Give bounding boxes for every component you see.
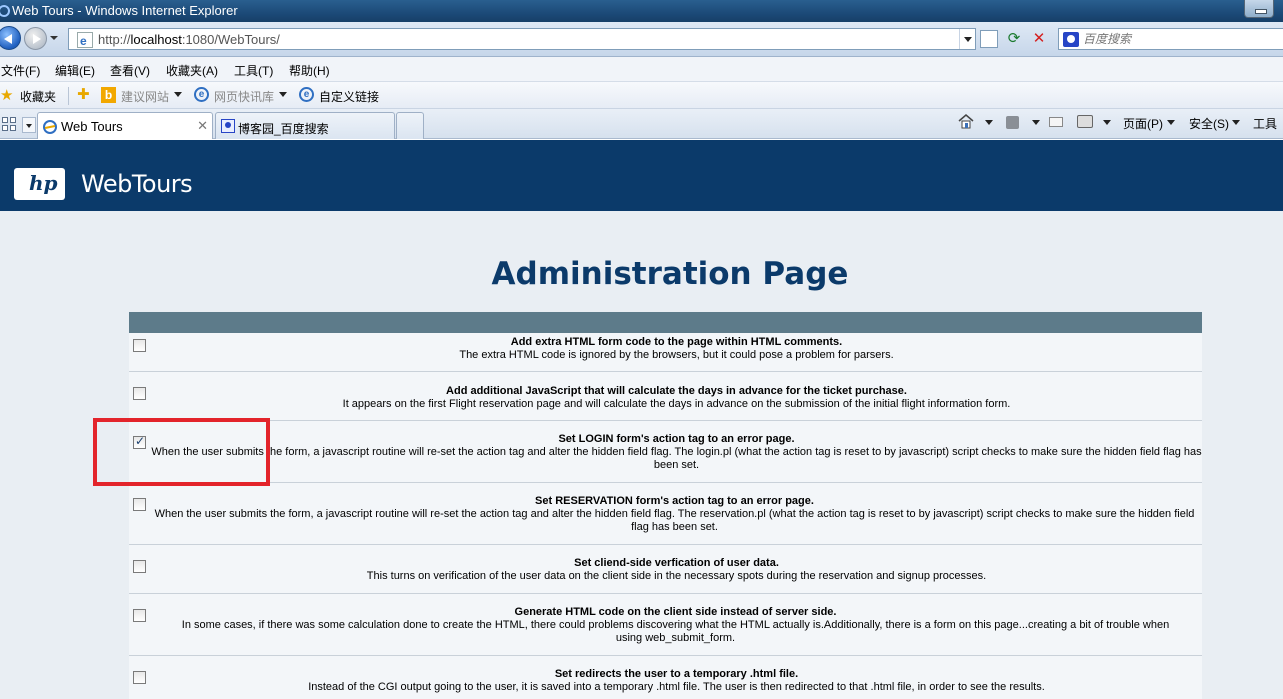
divider bbox=[68, 87, 69, 105]
recent-pages-dropdown[interactable] bbox=[50, 36, 58, 40]
annotation-highlight-box bbox=[93, 418, 270, 486]
favorites-bar: ★ 收藏夹 ✚ b 建议网站 e 网页快讯库 e 自定义链接 bbox=[0, 82, 1283, 109]
tab-baidu-search[interactable]: 博客园_百度搜索 bbox=[215, 112, 395, 139]
navigation-bar: e http://localhost:1080/WebTours/ ⟳ ✕ bbox=[0, 22, 1283, 57]
table-header bbox=[129, 312, 1202, 333]
site-header: hp WebTours bbox=[0, 140, 1283, 211]
stop-icon[interactable]: ✕ bbox=[1030, 30, 1048, 48]
home-icon[interactable] bbox=[958, 113, 974, 129]
option-description: This turns on verification of the user d… bbox=[366, 570, 987, 582]
compatibility-view-icon[interactable] bbox=[980, 30, 998, 48]
option-description: When the user submits the form, a javasc… bbox=[154, 508, 1195, 533]
option-row: Set redirects the user to a temporary .h… bbox=[129, 656, 1202, 699]
option-description: Instead of the CGI output going to the u… bbox=[308, 681, 1045, 693]
address-bar[interactable]: e http://localhost:1080/WebTours/ bbox=[68, 28, 976, 50]
option-description: It appears on the first Flight reservati… bbox=[342, 398, 1011, 410]
ie-page-icon bbox=[43, 120, 57, 134]
option-title: Generate HTML code on the client side in… bbox=[514, 606, 837, 618]
chevron-down-icon[interactable] bbox=[1032, 120, 1040, 125]
mail-icon[interactable] bbox=[1049, 117, 1063, 127]
search-box[interactable] bbox=[1058, 28, 1283, 50]
menu-file[interactable]: 文件(F) bbox=[1, 62, 40, 79]
tab-list-dropdown[interactable] bbox=[22, 117, 36, 133]
option-row: Generate HTML code on the client side in… bbox=[129, 594, 1202, 656]
ie-page-icon: e bbox=[77, 32, 93, 48]
menu-view[interactable]: 查看(V) bbox=[110, 62, 150, 79]
option-row: Set LOGIN form's action tag to an error … bbox=[129, 421, 1202, 483]
option-checkbox[interactable] bbox=[133, 560, 146, 573]
svg-text:e: e bbox=[80, 34, 87, 48]
add-to-favorites-icon[interactable]: ✚ bbox=[77, 85, 90, 103]
option-checkbox[interactable] bbox=[133, 671, 146, 684]
chevron-down-icon[interactable] bbox=[1167, 120, 1175, 125]
customize-links-link[interactable]: 自定义链接 bbox=[319, 88, 379, 105]
menu-edit[interactable]: 编辑(E) bbox=[55, 62, 95, 79]
baidu-icon bbox=[221, 119, 235, 133]
hp-logo: hp bbox=[14, 168, 65, 200]
address-dropdown-icon[interactable] bbox=[959, 29, 975, 49]
bing-icon: b bbox=[101, 87, 116, 103]
option-checkbox[interactable] bbox=[133, 609, 146, 622]
page-title: Administration Page bbox=[491, 256, 849, 292]
tab-label: 博客园_百度搜索 bbox=[238, 122, 329, 136]
baidu-icon bbox=[1063, 32, 1079, 47]
option-title: Set RESERVATION form's action tag to an … bbox=[535, 495, 814, 507]
ie-app-icon bbox=[0, 5, 10, 17]
chevron-down-icon[interactable] bbox=[1103, 120, 1111, 125]
option-description: In some cases, if there was some calcula… bbox=[181, 619, 1170, 644]
tools-menu[interactable]: 工具 bbox=[1253, 115, 1277, 132]
minimize-button[interactable] bbox=[1244, 0, 1274, 18]
safety-menu[interactable]: 安全(S) bbox=[1189, 115, 1229, 132]
option-checkbox[interactable] bbox=[133, 387, 146, 400]
ie-page-icon: e bbox=[299, 87, 314, 102]
search-input[interactable] bbox=[1083, 31, 1273, 47]
address-url: http://localhost:1080/WebTours/ bbox=[98, 32, 280, 47]
forward-button[interactable] bbox=[24, 27, 47, 50]
favorites-button[interactable]: 收藏夹 bbox=[20, 88, 56, 105]
refresh-icon[interactable]: ⟳ bbox=[1004, 30, 1024, 48]
option-checkbox[interactable] bbox=[133, 339, 146, 352]
menu-tools[interactable]: 工具(T) bbox=[234, 62, 273, 79]
option-row: Add extra HTML form code to the page wit… bbox=[129, 333, 1202, 372]
back-button[interactable] bbox=[0, 26, 21, 50]
option-description: The extra HTML code is ignored by the br… bbox=[459, 349, 894, 361]
ie-page-icon: e bbox=[194, 87, 209, 102]
feeds-icon[interactable] bbox=[1006, 116, 1019, 129]
option-title: Set cliend-side verfication of user data… bbox=[574, 557, 779, 569]
option-title: Add additional JavaScript that will calc… bbox=[446, 385, 907, 397]
window-title: Web Tours - Windows Internet Explorer bbox=[12, 3, 238, 18]
tab-web-tours[interactable]: Web Tours ✕ bbox=[37, 112, 213, 139]
menu-help[interactable]: 帮助(H) bbox=[289, 62, 330, 79]
web-slice-gallery-link[interactable]: 网页快讯库 bbox=[214, 88, 274, 105]
site-brand: WebTours bbox=[81, 170, 193, 198]
page-menu[interactable]: 页面(P) bbox=[1123, 115, 1163, 132]
close-tab-icon[interactable]: ✕ bbox=[197, 118, 208, 134]
chevron-down-icon[interactable] bbox=[174, 92, 182, 97]
new-tab-button[interactable] bbox=[396, 112, 424, 139]
tab-label: Web Tours bbox=[61, 119, 123, 134]
quick-tabs-icon[interactable] bbox=[2, 117, 16, 131]
window-titlebar: Web Tours - Windows Internet Explorer bbox=[0, 0, 1283, 22]
suggested-sites-link[interactable]: 建议网站 bbox=[121, 88, 169, 105]
chevron-down-icon[interactable] bbox=[279, 92, 287, 97]
option-row: Set RESERVATION form's action tag to an … bbox=[129, 483, 1202, 545]
menu-bar: 文件(F) 编辑(E) 查看(V) 收藏夹(A) 工具(T) 帮助(H) bbox=[0, 57, 1283, 82]
option-title: Add extra HTML form code to the page wit… bbox=[510, 336, 843, 348]
option-row: Set cliend-side verfication of user data… bbox=[129, 545, 1202, 594]
menu-favorites[interactable]: 收藏夹(A) bbox=[166, 62, 218, 79]
option-title: Set redirects the user to a temporary .h… bbox=[554, 668, 799, 680]
admin-options-table: Add extra HTML form code to the page wit… bbox=[129, 312, 1202, 699]
option-description: When the user submits the form, a javasc… bbox=[151, 446, 1202, 471]
favorites-star-icon[interactable]: ★ bbox=[0, 86, 13, 104]
chevron-down-icon[interactable] bbox=[1232, 120, 1240, 125]
option-checkbox[interactable] bbox=[133, 498, 146, 511]
print-icon[interactable] bbox=[1077, 115, 1093, 128]
chevron-down-icon[interactable] bbox=[985, 120, 993, 125]
option-row: Add additional JavaScript that will calc… bbox=[129, 372, 1202, 421]
option-title: Set LOGIN form's action tag to an error … bbox=[558, 433, 795, 445]
